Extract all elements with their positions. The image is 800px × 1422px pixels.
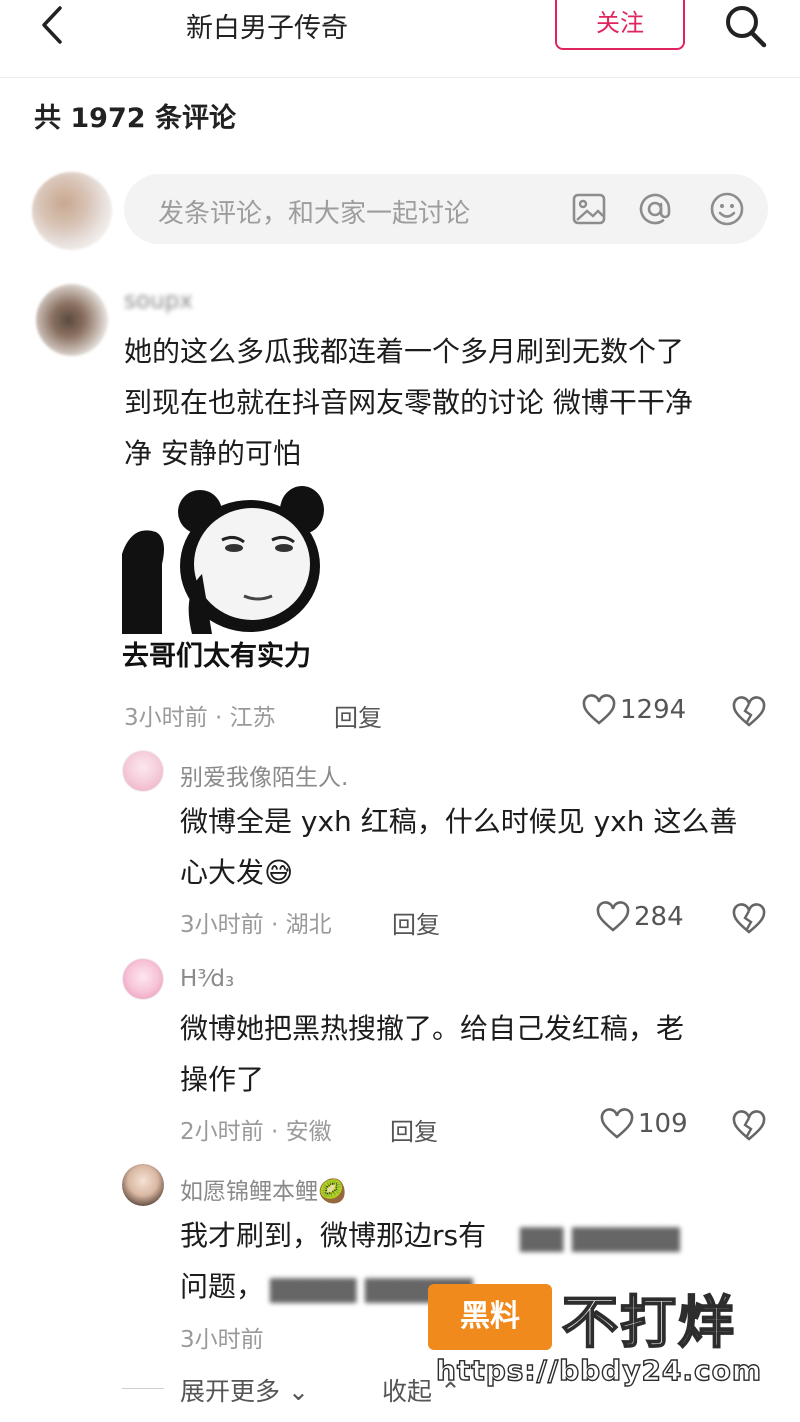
comment-username[interactable]: H³⁄d₃ <box>180 966 234 992</box>
like-button[interactable]: 284 <box>596 901 684 933</box>
broken-heart-icon[interactable] <box>732 1110 766 1142</box>
back-arrow-icon[interactable] <box>28 2 78 48</box>
like-count: 1294 <box>620 695 687 725</box>
watermark-badge: 黑料 <box>428 1284 552 1350</box>
avatar <box>32 172 112 250</box>
comment-count: 共 1972 条评论 <box>34 103 236 134</box>
image-icon[interactable] <box>570 190 608 228</box>
broken-heart-icon[interactable] <box>732 696 766 728</box>
comment-meta: 2小时前 · 安徽 <box>180 1119 332 1145</box>
comment-text-line: 微博全是 yxh 红稿，什么时候见 yxh 这么善 <box>180 805 738 838</box>
like-count: 109 <box>638 1109 688 1139</box>
comment-meta: 3小时前 · 湖北 <box>180 912 332 938</box>
comment-text-line: 净 安静的可怕 <box>124 437 301 470</box>
comment-username[interactable]: soupx <box>124 288 193 314</box>
avatar[interactable] <box>122 1164 164 1206</box>
comment-text-line: 心大发😅 <box>180 856 294 889</box>
search-icon[interactable] <box>720 2 772 50</box>
heart-icon <box>596 901 630 932</box>
emoji-icon[interactable] <box>708 190 746 228</box>
reply-button[interactable]: 回复 <box>334 698 382 733</box>
broken-heart-icon[interactable] <box>732 903 766 935</box>
obscured-text: ▆▆ ▆▆▆▆▆ <box>520 1219 680 1252</box>
comment-text-line: 微博她把黑热搜撤了。给自己发红稿，老 <box>180 1012 685 1045</box>
comment-text-line: 到现在也就在抖音网友零散的讨论 微博干干净 <box>124 386 693 419</box>
avatar[interactable] <box>36 284 108 356</box>
comment-text-line: 问题， <box>180 1270 265 1303</box>
comment-text-line: 操作了 <box>180 1063 265 1096</box>
heart-icon <box>582 694 616 725</box>
comment-text-line: 她的这么多瓜我都连着一个多月刷到无数个了 <box>124 335 685 368</box>
comment-username[interactable]: 别爱我像陌生人. <box>180 758 348 792</box>
meme-image[interactable]: 去哥们太有实力 <box>122 484 328 674</box>
comment-composer: 发条评论，和大家一起讨论 <box>32 168 772 250</box>
reply-button[interactable]: 回复 <box>390 1112 438 1147</box>
comment-input[interactable]: 发条评论，和大家一起讨论 <box>124 174 768 244</box>
watermark-text: 不打烊 <box>561 1290 736 1357</box>
avatar[interactable] <box>122 750 164 792</box>
expand-more-button[interactable]: 展开更多 ⌄ <box>180 1372 309 1408</box>
comment-meta: 3小时前 · 江苏 <box>124 705 276 731</box>
expand-more-label: 展开更多 <box>180 1377 281 1406</box>
collapse-label: 收起 <box>382 1377 433 1406</box>
top-bar: 新白男子传奇 关注 <box>0 0 800 78</box>
like-button[interactable]: 1294 <box>582 694 686 726</box>
watermark-url: https://bbdy24.com <box>435 1353 763 1387</box>
comment-username[interactable]: 如愿锦鲤本鲤🥝 <box>180 1172 347 1206</box>
chevron-down-icon: ⌄ <box>287 1377 309 1406</box>
comment-text-line: 我才刷到，微博那边rs有 <box>180 1219 487 1252</box>
comment-input-placeholder: 发条评论，和大家一起讨论 <box>158 199 471 229</box>
mention-icon[interactable] <box>636 190 674 228</box>
follow-button[interactable]: 关注 <box>555 0 685 50</box>
page-title: 新白男子传奇 <box>186 13 348 44</box>
meme-caption: 去哥们太有实力 <box>122 641 311 672</box>
like-button[interactable]: 109 <box>600 1108 688 1140</box>
avatar[interactable] <box>122 958 164 1000</box>
divider <box>122 1388 164 1389</box>
reply-button[interactable]: 回复 <box>392 905 440 940</box>
heart-icon <box>600 1108 634 1139</box>
comment-meta: 3小时前 <box>180 1327 264 1353</box>
like-count: 284 <box>634 902 684 932</box>
watermark: 黑料 不打烊 https://bbdy24.com <box>428 1278 788 1388</box>
